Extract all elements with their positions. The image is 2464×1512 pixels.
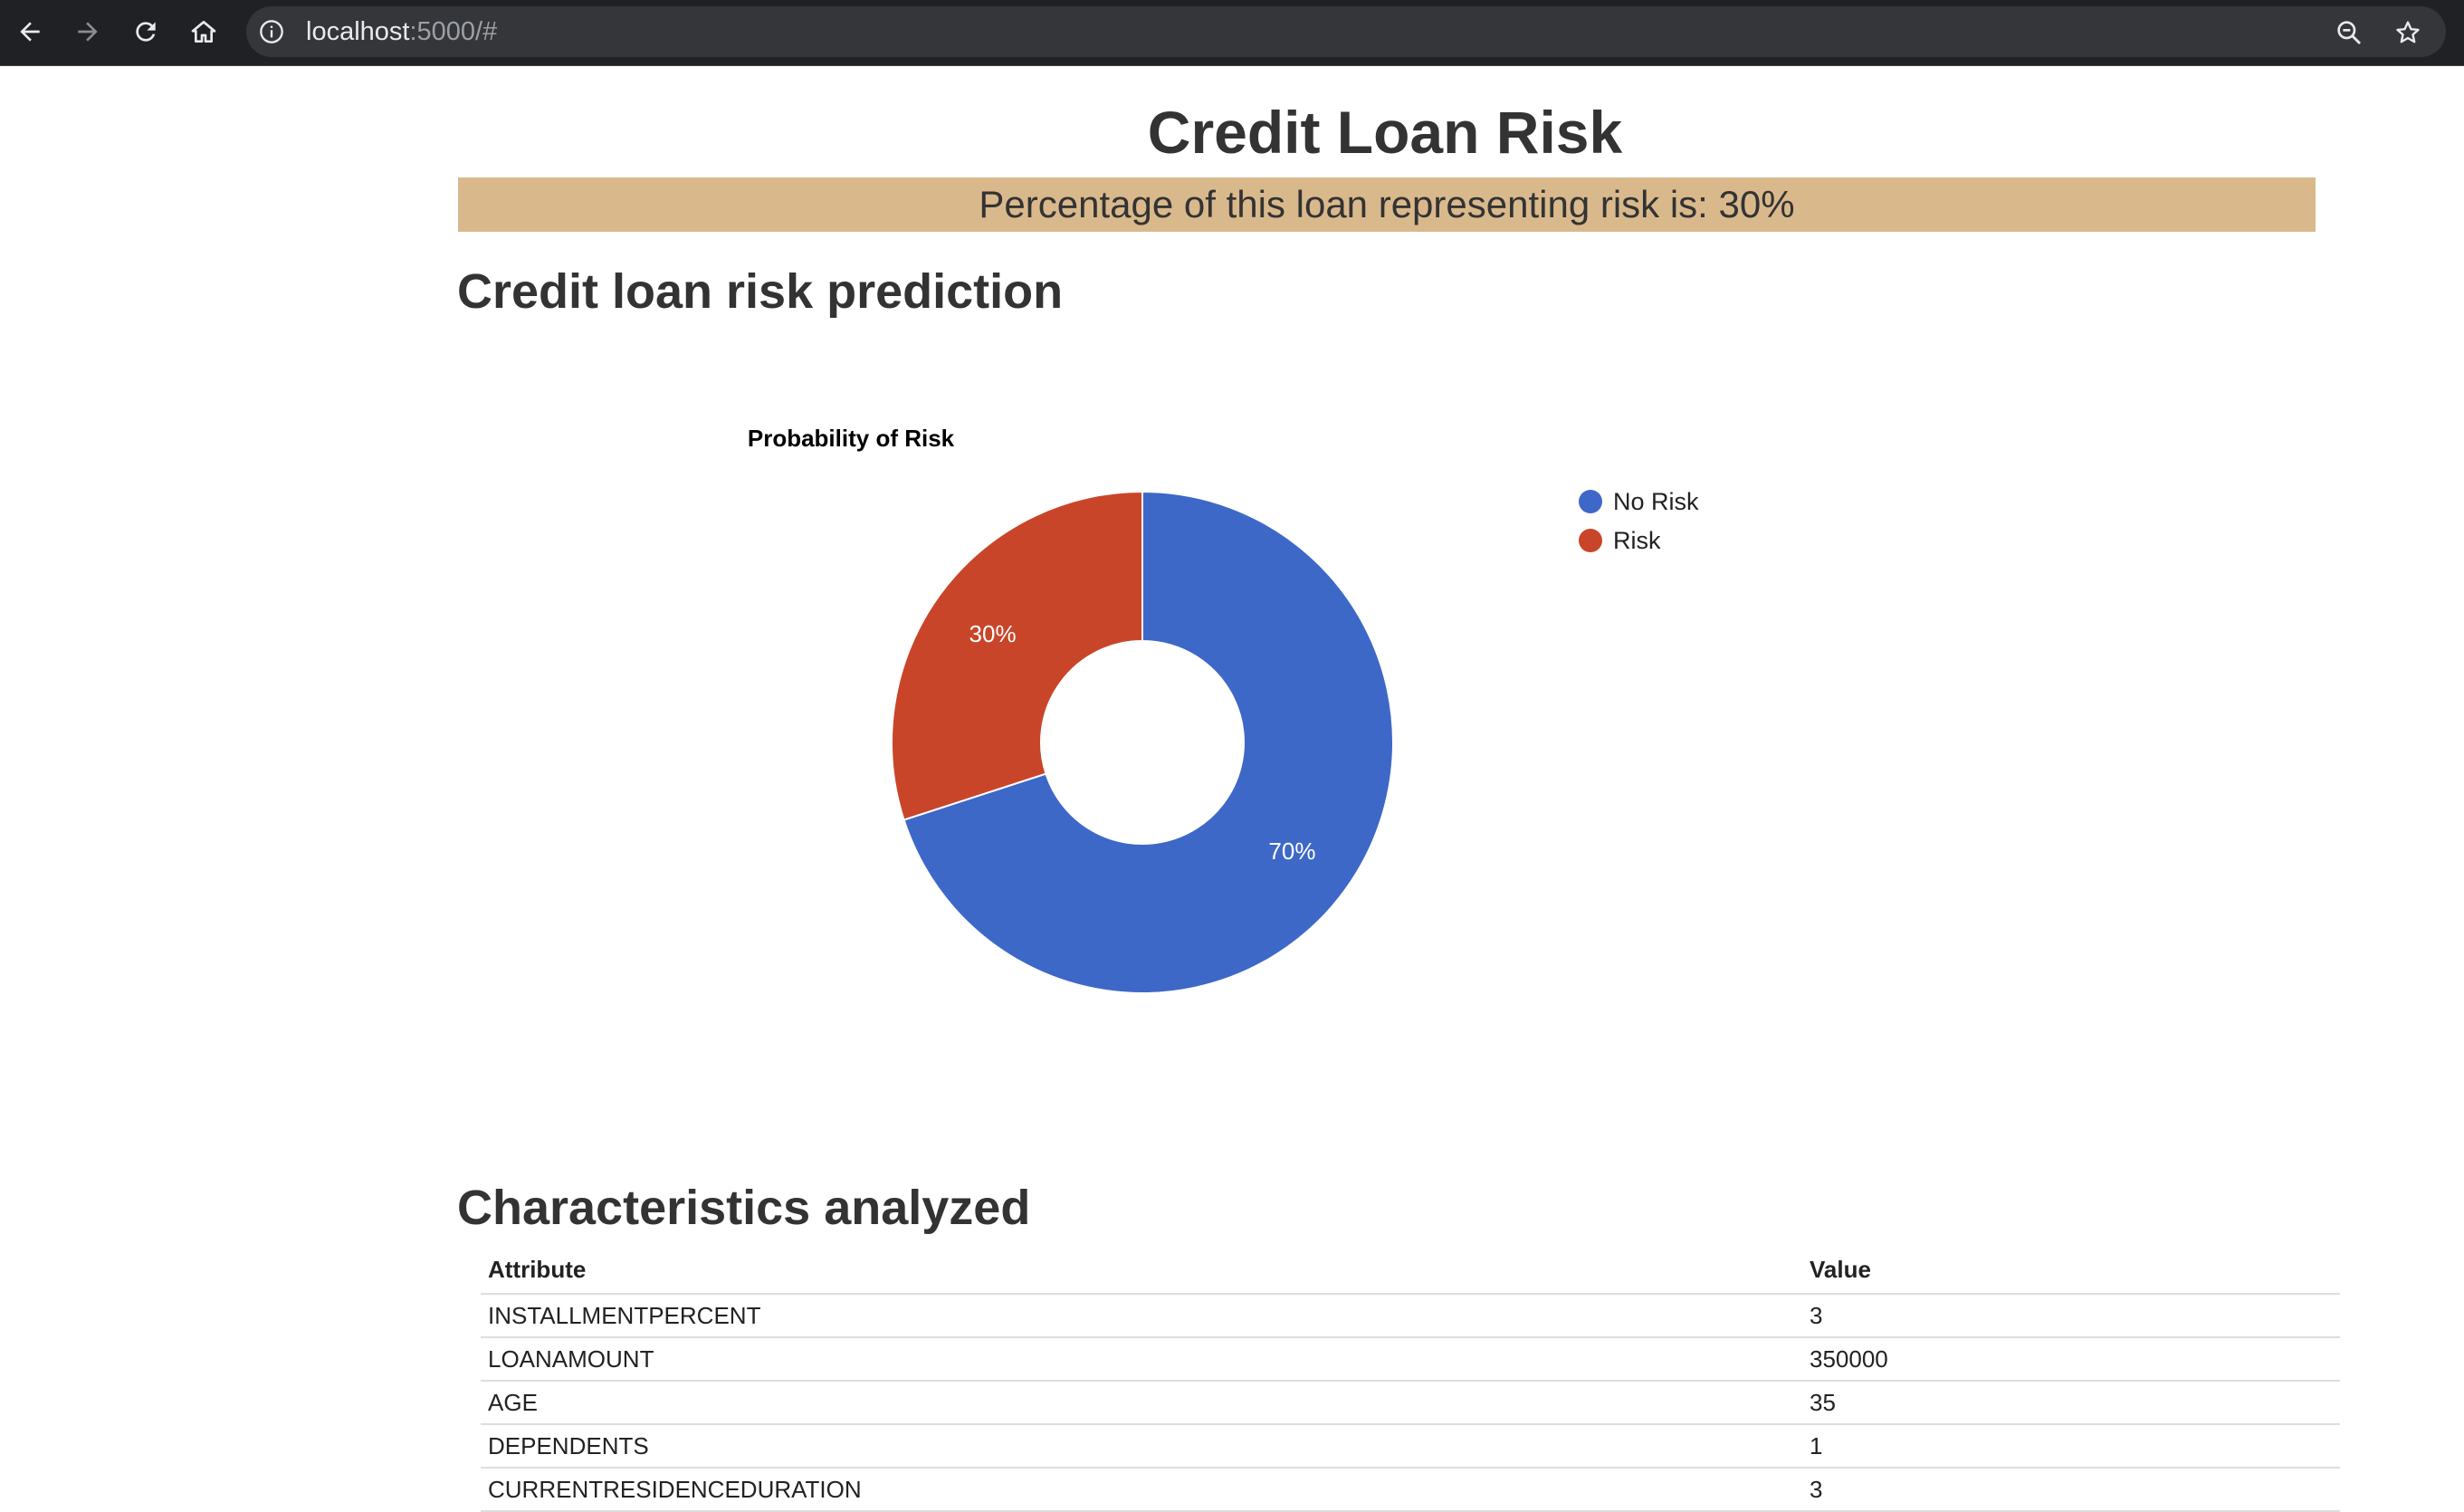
reload-button[interactable] (125, 11, 167, 53)
home-button[interactable] (183, 11, 224, 53)
attribute-column-header: Attribute (481, 1246, 1802, 1295)
reload-icon (136, 22, 156, 42)
value-cell: 3 (1802, 1468, 2340, 1512)
attribute-cell: INSTALLMENTPERCENT (481, 1294, 1802, 1338)
prediction-heading: Credit loan risk prediction (457, 264, 1064, 319)
attribute-cell: AGE (481, 1381, 1802, 1425)
browser-toolbar: localhost:5000/# (0, 0, 2464, 66)
table-row: CURRENTRESIDENCEDURATION 3 (481, 1468, 2340, 1512)
table-header-row: Attribute Value (481, 1246, 2340, 1295)
back-arrow-icon (20, 22, 40, 42)
star-icon (2396, 21, 2420, 43)
attribute-cell: DEPENDENTS (481, 1424, 1802, 1469)
characteristics-heading: Characteristics analyzed (457, 1181, 1031, 1235)
table-row: DEPENDENTS 1 (481, 1424, 2340, 1469)
page-title: Credit Loan Risk (1147, 99, 1623, 166)
forward-button[interactable] (67, 11, 109, 53)
legend-swatch (1579, 490, 1602, 513)
value-cell: 3 (1802, 1294, 2340, 1338)
attribute-cell: LOANAMOUNT (481, 1337, 1802, 1382)
url-path: :5000/# (409, 17, 498, 46)
value-cell: 1 (1802, 1424, 2340, 1469)
pie-slice-risk[interactable] (891, 490, 1143, 821)
zoom-button[interactable] (2334, 17, 2364, 48)
home-icon (191, 21, 216, 43)
value-cell: 350000 (1802, 1337, 2340, 1382)
chart-title: Probability of Risk (748, 425, 955, 452)
value-cell: 35 (1802, 1381, 2340, 1425)
table-row: LOANAMOUNT 350000 (481, 1337, 2340, 1382)
legend-label: No Risk (1613, 488, 1699, 515)
table-row: INSTALLMENTPERCENT 3 (481, 1294, 2340, 1338)
info-icon[interactable] (259, 19, 284, 44)
url-text[interactable]: localhost:5000/# (306, 17, 497, 47)
address-bar[interactable]: localhost:5000/# (246, 6, 2446, 57)
url-host: localhost (306, 17, 410, 46)
characteristics-table: Attribute Value INSTALLMENTPERCENT 3 LOA… (481, 1246, 2340, 1512)
risk-banner: Percentage of this loan representing ris… (458, 177, 2316, 232)
value-column-header: Value (1802, 1246, 2340, 1295)
zoom-icon (2337, 21, 2362, 45)
chart-slices (891, 490, 1394, 994)
legend-label: Risk (1613, 527, 1661, 554)
legend-swatch (1579, 529, 1602, 552)
back-button[interactable] (9, 11, 51, 53)
attribute-cell: CURRENTRESIDENCEDURATION (481, 1468, 1802, 1512)
forward-arrow-icon (78, 22, 98, 42)
chart-legend: No Risk Risk (1579, 488, 1699, 554)
table-row: AGE 35 (481, 1381, 2340, 1425)
legend-item-no-risk[interactable]: No Risk (1579, 488, 1699, 515)
bookmark-button[interactable] (2392, 17, 2423, 48)
legend-item-risk[interactable]: Risk (1579, 527, 1661, 554)
